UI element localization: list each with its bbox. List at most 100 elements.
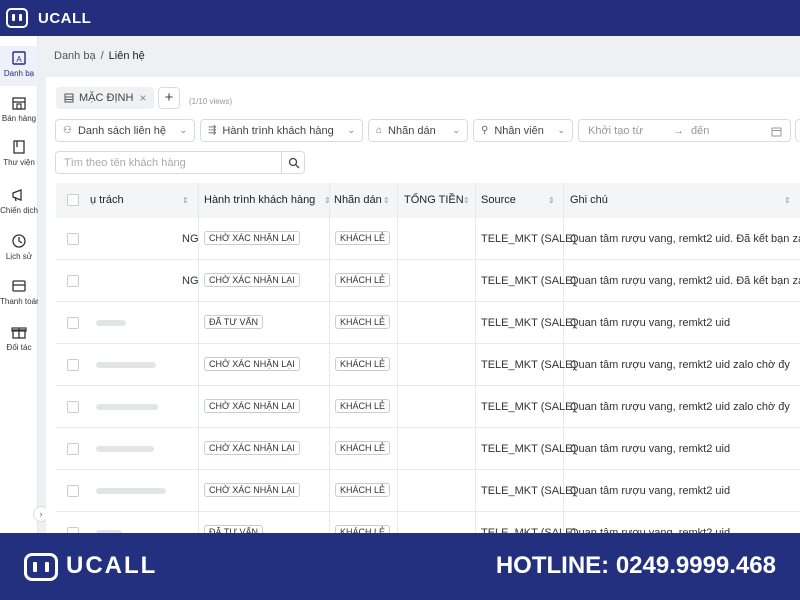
sidebar-item-label: Bán hàng <box>1 114 37 123</box>
sidebar-item-label: Lịch sử <box>5 252 33 261</box>
calendar-icon <box>771 127 782 137</box>
column-journey[interactable]: Hành trình khách hàng ⇕ <box>204 183 332 218</box>
column-total[interactable]: TỔNG TIỀN ⇕ <box>404 183 476 218</box>
tag-icon: ⌂ <box>376 125 383 136</box>
column-label: Ghi chú <box>570 194 608 206</box>
row-checkbox[interactable] <box>67 359 79 371</box>
date-range-filter[interactable]: Khởi tạo từ → đến <box>578 119 791 142</box>
journey-tag: ĐÃ TƯ VẤN <box>204 315 264 329</box>
filter-staff[interactable]: ⚲ Nhân viên ⌄ <box>473 119 573 142</box>
select-all-checkbox[interactable] <box>67 194 79 206</box>
source-cell: TELE_MKT (SALE) <box>481 317 577 329</box>
user-icon: ⚲ <box>481 125 489 136</box>
table-row[interactable]: CHỜ XÁC NHẬN LẠI KHÁCH LẺ TELE_MKT (SALE) Q… <box>56 344 800 386</box>
redacted-owner <box>96 320 126 326</box>
journey-tag: CHỜ XÁC NHẬN LẠI <box>204 357 300 371</box>
table-row[interactable]: CHỜ XÁC NHẬN LẠI KHÁCH LẺ TELE_MKT (SALE) Q… <box>56 470 800 512</box>
column-label: Source <box>481 194 516 206</box>
sidebar-item-label: Đối tác <box>6 343 32 352</box>
list-icon <box>64 93 74 103</box>
filter-tags[interactable]: ⌂ Nhãn dán ⌄ <box>368 119 468 142</box>
row-checkbox[interactable] <box>67 485 79 497</box>
table-row[interactable]: ĐÃ TƯ VẤN KHÁCH LẺ TELE_MKT (SALE)Quan tâm… <box>56 302 800 344</box>
chevron-down-icon: ⌄ <box>452 125 460 135</box>
footer-banner: UCALL HOTLINE: 0249.9999.468 <box>0 533 800 600</box>
column-owner[interactable]: ụ trách ⇕ <box>90 183 194 218</box>
table-row[interactable]: CHỜ XÁC NHẬN LẠI KHÁCH LẺ TELE_MKT (SALE) Q… <box>56 386 800 428</box>
sort-icon[interactable]: ⇕ <box>784 183 791 218</box>
add-tab-button[interactable]: + <box>158 87 180 109</box>
column-label: Nhãn dán <box>334 194 382 206</box>
row-checkbox[interactable] <box>67 317 79 329</box>
note-cell: Quan tâm rượu vang, remkt2 uid <box>570 443 731 455</box>
sort-icon[interactable]: ⇕ <box>463 183 470 218</box>
journey-tag: CHỜ XÁC NHẬN LẠI <box>204 483 300 497</box>
source-cell: TELE_MKT (SALE) <box>481 485 577 497</box>
top-bar: UCALL <box>0 0 800 36</box>
label-tag: KHÁCH LẺ <box>335 483 391 497</box>
column-source[interactable]: Source ⇕ <box>481 183 563 218</box>
sidebar-item-partners[interactable]: Đối tác <box>0 324 38 352</box>
users-icon: ⚇ <box>63 125 72 136</box>
row-checkbox[interactable] <box>67 401 79 413</box>
sidebar-item-library[interactable]: Thư viện <box>0 139 38 167</box>
label-tag: KHÁCH LẺ <box>335 315 391 329</box>
source-cell: TELE_MKT (SALE) <box>481 359 577 371</box>
filter-contact-list[interactable]: ⚇ Danh sách liên hệ ⌄ <box>55 119 195 142</box>
breadcrumb: Danh bạ / Liên hệ <box>54 50 145 62</box>
note-cell: Quan tâm rượu vang, remkt2 uid. Đã kết b… <box>570 233 800 245</box>
breadcrumb-separator: / <box>100 50 104 62</box>
filter-label: Nhân viên <box>494 124 544 137</box>
label-tag: KHÁCH LẺ <box>335 357 391 371</box>
date-to-input[interactable]: đến <box>691 125 709 137</box>
redacted-owner <box>96 446 154 452</box>
sidebar-item-sales[interactable]: Bán hàng <box>0 95 38 123</box>
source-cell: TELE_MKT (SALE) <box>481 443 577 455</box>
sort-icon[interactable]: ⇕ <box>383 183 390 218</box>
column-note[interactable]: Ghi chú ⇕ <box>570 183 800 218</box>
row-checkbox[interactable] <box>67 443 79 455</box>
filter-label: Hành trình khách hàng <box>222 124 334 137</box>
store-icon <box>12 97 26 110</box>
filter-label: Nhãn dán <box>388 124 436 137</box>
history-icon <box>12 234 26 248</box>
more-filter-button[interactable] <box>795 119 800 142</box>
sidebar-item-campaign[interactable]: Chiến dịch <box>0 187 38 215</box>
table-row[interactable]: CHỜ XÁC NHẬN LẠI KHÁCH LẺ TELE_MKT (SALE) Q… <box>56 428 800 470</box>
tab-default[interactable]: MẶC ĐỊNH × <box>56 87 155 109</box>
search-button[interactable] <box>281 151 305 174</box>
table-row[interactable]: NG CHỜ XÁC NHẬN LẠI KHÁCH LẺ TELE_MKT (SALE… <box>56 218 800 260</box>
close-icon[interactable]: × <box>139 91 146 105</box>
sidebar-item-label: Thanh toán <box>0 297 38 306</box>
label-tag: KHÁCH LẺ <box>335 273 391 287</box>
filter-customer-journey[interactable]: ⇶ Hành trình khách hàng ⌄ <box>200 119 363 142</box>
sidebar-item-contacts[interactable]: A Danh bạ <box>0 46 38 86</box>
row-checkbox[interactable] <box>67 233 79 245</box>
megaphone-icon <box>12 189 22 202</box>
journey-tag: CHỜ XÁC NHẬN LẠI <box>204 399 300 413</box>
column-label: TỔNG TIỀN <box>404 194 464 206</box>
journey-tag: CHỜ XÁC NHẬN LẠI <box>204 231 300 245</box>
label-tag: KHÁCH LẺ <box>335 441 391 455</box>
sidebar-item-history[interactable]: Lịch sử <box>0 233 38 261</box>
search-input[interactable]: Tìm theo tên khách hàng <box>55 151 282 174</box>
library-icon <box>13 140 25 154</box>
redacted-owner <box>96 488 166 494</box>
table-row[interactable]: NG CHỜ XÁC NHẬN LẠI KHÁCH LẺ TELE_MKT (SALE… <box>56 260 800 302</box>
breadcrumb-parent[interactable]: Danh bạ <box>54 50 96 62</box>
tab-label: MẶC ĐỊNH <box>79 92 134 104</box>
sort-icon[interactable]: ⇕ <box>548 183 555 218</box>
date-from-input[interactable]: Khởi tạo từ <box>588 125 643 137</box>
sort-icon[interactable]: ⇕ <box>182 183 189 218</box>
row-checkbox[interactable] <box>67 275 79 287</box>
footer-brand: UCALL <box>66 552 158 579</box>
payment-icon <box>12 280 26 292</box>
brand-name: UCALL <box>38 9 92 27</box>
note-cell: Quan tâm rượu vang, remkt2 uid <box>570 317 731 329</box>
source-cell: TELE_MKT (SALE) <box>481 275 577 287</box>
column-tags[interactable]: Nhãn dán ⇕ <box>334 183 400 218</box>
svg-text:A: A <box>16 55 22 64</box>
column-label: Hành trình khách hàng <box>204 194 316 206</box>
sidebar-item-payment[interactable]: Thanh toán <box>0 278 38 306</box>
chevron-down-icon: ⌄ <box>557 125 565 135</box>
